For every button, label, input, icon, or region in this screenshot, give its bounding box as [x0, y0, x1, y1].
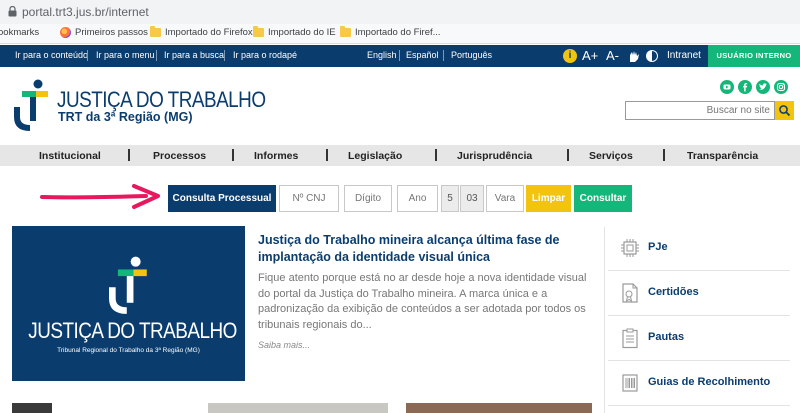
divider [608, 405, 790, 406]
divider [608, 315, 790, 316]
bookmarks-label[interactable]: ookmarks [0, 27, 39, 38]
divider [128, 149, 130, 161]
bookmark-importado-firef[interactable]: Importado do Firef... [340, 26, 441, 38]
divider [232, 149, 234, 161]
divider [224, 50, 225, 61]
nav-servicos[interactable]: Serviços [589, 150, 633, 162]
service-guias[interactable]: Guias de Recolhimento [604, 362, 790, 405]
court-field: 03 [460, 185, 484, 212]
clear-button[interactable]: Limpar [526, 185, 571, 212]
folder-icon [340, 26, 351, 37]
news-thumbnail[interactable] [208, 403, 388, 413]
divider [87, 50, 88, 61]
cnj-number-input[interactable] [279, 185, 339, 212]
firefox-icon [60, 27, 71, 38]
skip-to-search-link[interactable]: Ir para a busca [164, 50, 224, 60]
news-image[interactable]: JUSTIÇA DO TRABALHO Tribunal Regional do… [12, 226, 245, 381]
year-input[interactable] [397, 185, 438, 212]
nav-institucional[interactable]: Institucional [39, 150, 101, 162]
chip-icon [621, 239, 639, 257]
twitter-icon[interactable] [756, 80, 770, 94]
news-thumbnail[interactable] [12, 403, 52, 413]
logo-icon[interactable] [14, 79, 50, 131]
service-label: Certidões [648, 286, 699, 298]
browser-address-bar[interactable]: portal.trt3.jus.br/internet [0, 0, 800, 24]
clipboard-icon [622, 328, 638, 349]
service-label: Guias de Recolhimento [648, 376, 771, 388]
sign-language-icon[interactable] [627, 49, 641, 63]
site-search-input[interactable] [625, 101, 775, 120]
consulta-processual-label: Consulta Processual [168, 185, 276, 212]
nav-legislacao[interactable]: Legislação [348, 150, 402, 162]
search-button[interactable] [775, 101, 794, 120]
bookmark-importado-ie[interactable]: Importado do IE [253, 26, 336, 38]
skip-to-content-link[interactable]: Ir para o conteúdo [15, 50, 88, 60]
instagram-icon[interactable] [774, 80, 788, 94]
internal-user-button[interactable]: USUÁRIO INTERNO [708, 45, 800, 67]
arrow-icon [40, 184, 160, 209]
info-icon[interactable]: i [563, 49, 577, 63]
search-icon [779, 105, 791, 117]
divider [608, 360, 790, 361]
nav-jurisprudencia[interactable]: Jurisprudência [457, 150, 532, 162]
service-label: Pautas [648, 331, 685, 343]
divider [608, 270, 790, 271]
certificate-icon [622, 283, 638, 303]
skip-to-menu-link[interactable]: Ir para o menu [96, 50, 155, 60]
divider [399, 50, 400, 61]
facebook-icon[interactable] [738, 80, 752, 94]
bookmark-primeiros-passos[interactable]: Primeiros passos [60, 27, 148, 38]
nav-informes[interactable]: Informes [254, 150, 298, 162]
bookmark-importado-firefox[interactable]: Importado do Firefox [150, 26, 253, 38]
news-image-subtitle: Tribunal Regional do Trabalho da 3ª Regi… [57, 347, 200, 354]
divider [326, 149, 328, 161]
news-headline[interactable]: Justiça do Trabalho mineira alcança últi… [258, 232, 593, 266]
url-text[interactable]: portal.trt3.jus.br/internet [22, 5, 149, 19]
vara-input[interactable] [486, 185, 524, 212]
news-image-title: JUSTIÇA DO TRABALHO [28, 318, 237, 343]
site-subtitle: TRT da 3ª Região (MG) [58, 110, 193, 124]
digit-input[interactable] [344, 185, 392, 212]
language-english[interactable]: English [367, 50, 397, 60]
language-portugues[interactable]: Português [451, 50, 492, 60]
divider [663, 149, 665, 161]
youtube-icon[interactable] [720, 80, 734, 94]
nav-processos[interactable]: Processos [153, 150, 206, 162]
divider [156, 50, 157, 61]
language-espanol[interactable]: Español [406, 50, 439, 60]
divider [567, 149, 569, 161]
news-thumbnail[interactable] [406, 403, 592, 413]
nav-transparencia[interactable]: Transparência [687, 150, 758, 162]
news-summary: Fique atento porque está no ar desde hoj… [258, 272, 587, 331]
font-increase-button[interactable]: A+ [582, 48, 598, 63]
folder-icon [253, 26, 264, 37]
contrast-icon[interactable] [646, 50, 658, 62]
skip-to-footer-link[interactable]: Ir para o rodapé [233, 50, 297, 60]
read-more-link[interactable]: Saiba mais... [258, 340, 310, 350]
bookmarks-bar: ookmarks Primeiros passos Importado do F… [0, 24, 800, 44]
main-menu: Institucional Processos Informes Legisla… [0, 145, 800, 166]
barcode-icon [622, 374, 638, 392]
accessibility-bar: Ir para o conteúdo Ir para o menu Ir par… [0, 45, 800, 67]
justice-segment-field: 5 [441, 185, 459, 212]
service-pje[interactable]: PJe [604, 227, 790, 270]
service-pautas[interactable]: Pautas [604, 317, 790, 360]
lock-icon [8, 6, 17, 17]
intranet-link[interactable]: Intranet [667, 50, 701, 61]
folder-icon [150, 26, 161, 37]
service-label: PJe [648, 241, 668, 253]
consult-button[interactable]: Consultar [574, 185, 632, 212]
font-decrease-button[interactable]: A- [606, 48, 619, 63]
service-certidoes[interactable]: Certidões [604, 272, 790, 315]
logo-icon [109, 256, 147, 314]
page: portal.trt3.jus.br/internet ookmarks Pri… [0, 0, 800, 413]
divider [443, 50, 444, 61]
divider [435, 149, 437, 161]
